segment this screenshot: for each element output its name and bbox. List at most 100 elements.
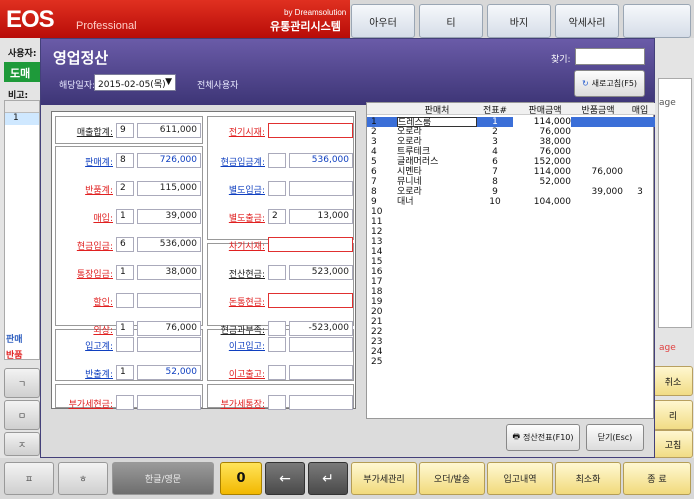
table-row[interactable]: 1 드레스룸 1 114,000 [367, 117, 655, 128]
amount-field[interactable]: 536,000 [137, 237, 201, 252]
count-field[interactable]: 8 [116, 153, 134, 168]
amount-field[interactable]: 115,000 [137, 181, 201, 196]
vat-management-button[interactable]: 부가세관리 [351, 462, 417, 495]
count-field[interactable] [268, 181, 286, 196]
grid-col-header[interactable]: 매입 [625, 103, 655, 116]
amount-field[interactable] [137, 337, 201, 352]
count-field[interactable]: 1 [116, 321, 134, 336]
table-row[interactable]: 8 오로라 9 39,000 3 [367, 187, 655, 197]
list-item[interactable]: 1 [5, 113, 39, 125]
amount-field[interactable]: 523,000 [289, 265, 353, 280]
language-toggle-button[interactable]: 한글/영문 [112, 462, 214, 495]
table-row[interactable]: 21 [367, 317, 655, 327]
table-row[interactable]: 13 [367, 237, 655, 247]
count-field[interactable] [268, 153, 286, 168]
table-row[interactable]: 19 [367, 297, 655, 307]
amount-field[interactable]: 52,000 [137, 365, 201, 380]
amount-field[interactable]: -523,000 [289, 321, 353, 336]
key-button[interactable]: ㄱ [4, 368, 40, 398]
right-action-button[interactable]: 리 [653, 400, 693, 430]
amount-field[interactable]: 39,000 [137, 209, 201, 224]
store-badge[interactable]: 도매 [4, 62, 40, 82]
grid-col-header[interactable]: 반품금액 [573, 103, 623, 116]
category-button-accessory[interactable]: 악세사리 [555, 4, 619, 38]
count-field[interactable] [116, 395, 134, 410]
amount-field[interactable]: 76,000 [137, 321, 201, 336]
amount-input[interactable] [268, 237, 353, 252]
amount-field[interactable] [137, 293, 201, 308]
count-field[interactable] [268, 395, 286, 410]
amount-input[interactable] [268, 293, 353, 308]
count-field[interactable]: 2 [116, 181, 134, 196]
table-row[interactable]: 7 뮤니네 8 52,000 [367, 177, 655, 187]
count-field[interactable]: 9 [116, 123, 134, 138]
cancel-button[interactable]: 취소 [653, 366, 693, 396]
table-row[interactable]: 6 시멘타 7 114,000 76,000 [367, 167, 655, 177]
left-list[interactable]: 1 [4, 100, 40, 360]
amount-field[interactable]: 13,000 [289, 209, 353, 224]
table-row[interactable]: 17 [367, 277, 655, 287]
table-row[interactable]: 5 글래머러스 6 152,000 [367, 157, 655, 167]
search-input[interactable] [575, 48, 645, 65]
category-button-tee[interactable]: 티 [419, 4, 483, 38]
category-button-pants[interactable]: 바지 [487, 4, 551, 38]
table-row[interactable]: 25 [367, 357, 655, 367]
count-field[interactable] [268, 365, 286, 380]
table-row[interactable]: 24 [367, 347, 655, 357]
minimize-button[interactable]: 최소화 [555, 462, 621, 495]
table-row[interactable]: 23 [367, 337, 655, 347]
grid-col-header[interactable]: 판매처 [412, 103, 462, 116]
amount-input[interactable] [268, 123, 353, 138]
amount-field[interactable] [137, 395, 201, 410]
backspace-button[interactable]: ← [265, 462, 305, 495]
category-button-outer[interactable]: 아우터 [351, 4, 415, 38]
amount-field[interactable]: 726,000 [137, 153, 201, 168]
receiving-history-button[interactable]: 입고내역 [487, 462, 553, 495]
grid-col-header[interactable]: 판매금액 [517, 103, 573, 116]
count-field[interactable] [116, 337, 134, 352]
key-button[interactable]: ㅈ [4, 432, 40, 456]
table-row[interactable]: 9 대너 10 104,000 [367, 197, 655, 207]
table-row[interactable]: 12 [367, 227, 655, 237]
table-row[interactable]: 15 [367, 257, 655, 267]
order-shipping-button[interactable]: 오더/발송 [419, 462, 485, 495]
count-field[interactable]: 1 [116, 209, 134, 224]
enter-button[interactable]: ↵ [308, 462, 348, 495]
table-row[interactable]: 16 [367, 267, 655, 277]
count-field[interactable] [268, 337, 286, 352]
table-row[interactable]: 4 트루테크 4 76,000 [367, 147, 655, 157]
print-settlement-button[interactable]: 🖶 정산전표(F10) [506, 424, 580, 451]
amount-field[interactable]: 536,000 [289, 153, 353, 168]
key-button[interactable]: ㅍ [4, 462, 54, 495]
zero-key-button[interactable]: 0 [220, 462, 262, 495]
amount-field[interactable] [289, 337, 353, 352]
count-field[interactable]: 1 [116, 365, 134, 380]
amount-field[interactable]: 38,000 [137, 265, 201, 280]
count-field[interactable] [268, 265, 286, 280]
date-select[interactable]: 2015-02-05(목) ▼ [94, 74, 176, 91]
amount-field[interactable] [289, 365, 353, 380]
amount-field[interactable] [289, 181, 353, 196]
amount-field[interactable] [289, 395, 353, 410]
table-row[interactable]: 10 [367, 207, 655, 217]
key-button[interactable]: ㅁ [4, 400, 40, 430]
table-row[interactable]: 14 [367, 247, 655, 257]
table-row[interactable]: 11 [367, 217, 655, 227]
count-field[interactable] [268, 321, 286, 336]
category-button-empty[interactable] [623, 4, 691, 38]
refresh-button[interactable]: 고침 [653, 430, 693, 458]
sales-grid[interactable]: 판매처 전표# 판매금액 반품금액 매입 1 드레스룸 1 114,000 2 오로라 2 7… [366, 102, 655, 419]
table-row[interactable]: 2 오로라 2 76,000 [367, 127, 655, 137]
count-field[interactable]: 6 [116, 237, 134, 252]
table-row[interactable]: 20 [367, 307, 655, 317]
key-button[interactable]: ㅎ [58, 462, 108, 495]
table-row[interactable]: 3 오로라 3 38,000 [367, 137, 655, 147]
grid-col-header[interactable]: 전표# [479, 103, 511, 116]
amount-field[interactable]: 611,000 [137, 123, 201, 138]
count-field[interactable] [116, 293, 134, 308]
count-field[interactable]: 2 [268, 209, 286, 224]
table-row[interactable]: 18 [367, 287, 655, 297]
count-field[interactable]: 1 [116, 265, 134, 280]
table-row[interactable]: 22 [367, 327, 655, 337]
refresh-f5-button[interactable]: ↻ 새로고침(F5) [574, 70, 645, 97]
